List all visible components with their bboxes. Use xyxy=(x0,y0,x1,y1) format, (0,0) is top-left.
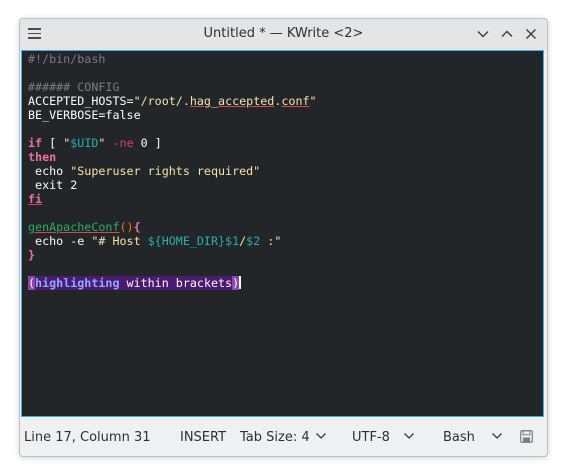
code-line[interactable]: echo "Superuser rights required" xyxy=(28,164,317,178)
close-button[interactable] xyxy=(524,27,538,41)
code-line[interactable]: exit 2 xyxy=(28,178,317,192)
chevron-down-icon[interactable] xyxy=(492,433,502,439)
code-token: $1 xyxy=(225,234,240,248)
code-token: conf xyxy=(281,94,310,108)
code-line[interactable]: genApacheConf(){ xyxy=(28,220,317,234)
code-line[interactable]: fi xyxy=(28,192,317,206)
code-token: _ xyxy=(210,94,219,108)
code-line[interactable]: ###### CONFIG xyxy=(28,80,317,94)
code-token: ACCEPTED_HOSTS xyxy=(28,94,127,108)
tab-size-dropdown[interactable]: Tab Size: 4 xyxy=(240,430,310,445)
code-token: " xyxy=(309,94,317,108)
code-line[interactable]: BE_VERBOSE=false xyxy=(28,108,317,122)
code-line[interactable] xyxy=(28,206,317,220)
code-line[interactable] xyxy=(28,122,317,136)
code-token: genApacheConf xyxy=(28,220,120,234)
code-token: "/root/. xyxy=(133,94,190,108)
code-token: highlighting xyxy=(35,276,120,290)
code-token: echo -e xyxy=(28,234,92,248)
code-token: ( xyxy=(28,276,36,290)
syntax-mode-dropdown[interactable]: Bash xyxy=(443,430,475,445)
code-token: hag xyxy=(189,94,211,108)
kwrite-window: Untitled * — KWrite <2> #!/bin/bash ####… xyxy=(19,18,548,457)
code-line[interactable]: then xyxy=(28,150,317,164)
title-bar[interactable]: Untitled * — KWrite <2> xyxy=(20,19,547,50)
code-token: fi xyxy=(28,192,43,206)
code-token: $2 xyxy=(246,234,261,248)
cursor-position[interactable]: Line 17, Column 31 xyxy=(24,430,151,445)
chevron-up-icon xyxy=(501,30,513,37)
close-icon xyxy=(526,29,536,39)
code-content[interactable]: #!/bin/bash ###### CONFIG ACCEPTED_HOSTS=… xyxy=(28,52,317,290)
code-token: echo xyxy=(28,164,71,178)
code-token: if xyxy=(28,136,43,150)
code-line[interactable]: if [ "$UID" -ne 0 ] xyxy=(28,136,317,150)
status-bar: Line 17, Column 31 INSERT Tab Size: 4 UT… xyxy=(20,420,547,454)
window-title: Untitled * — KWrite <2> xyxy=(203,26,364,41)
code-token: within brackets xyxy=(119,276,233,290)
code-token: () xyxy=(119,220,134,234)
code-token: [ xyxy=(42,136,64,150)
code-token: -ne xyxy=(112,136,134,150)
save-icon[interactable] xyxy=(520,430,533,443)
code-line[interactable] xyxy=(28,66,317,80)
code-token: exit 2 xyxy=(28,178,78,192)
code-line[interactable]: (highlighting within brackets) xyxy=(28,276,317,290)
code-line[interactable]: #!/bin/bash xyxy=(28,52,317,66)
code-token: 0 ] xyxy=(133,136,162,150)
code-token: = xyxy=(126,94,134,108)
chevron-down-icon[interactable] xyxy=(404,433,414,439)
text-cursor xyxy=(239,276,242,289)
text-editor-area[interactable]: #!/bin/bash ###### CONFIG ACCEPTED_HOSTS=… xyxy=(21,50,544,417)
code-token: #!/bin/bash xyxy=(28,52,106,66)
code-token: { xyxy=(133,220,141,234)
code-line[interactable]: ACCEPTED_HOSTS="/root/.hag_accepted.conf… xyxy=(28,94,317,108)
minimize-button[interactable] xyxy=(476,27,490,41)
code-line[interactable]: echo -e "# Host ${HOME_DIR}$1/$2 :" xyxy=(28,234,317,248)
code-token: } xyxy=(28,248,36,262)
code-token: ###### CONFIG xyxy=(28,80,120,94)
chevron-down-icon xyxy=(477,31,489,38)
code-token: ) xyxy=(232,276,240,290)
code-token: then xyxy=(28,150,57,164)
code-line[interactable]: } xyxy=(28,248,317,262)
code-token: $UID xyxy=(70,136,99,150)
input-mode[interactable]: INSERT xyxy=(180,430,226,445)
code-token: false xyxy=(105,108,141,122)
code-token: accepted xyxy=(218,94,275,108)
code-line[interactable] xyxy=(28,262,317,276)
code-token: BE_VERBOSE xyxy=(28,108,99,122)
code-token: :" xyxy=(260,234,282,248)
code-token: ${HOME_DIR} xyxy=(147,234,226,248)
encoding-dropdown[interactable]: UTF-8 xyxy=(352,430,390,445)
code-token: "Superuser rights required" xyxy=(70,164,261,178)
code-token: "# Host xyxy=(91,234,148,248)
chevron-down-icon[interactable] xyxy=(316,433,326,439)
maximize-button[interactable] xyxy=(500,27,514,41)
